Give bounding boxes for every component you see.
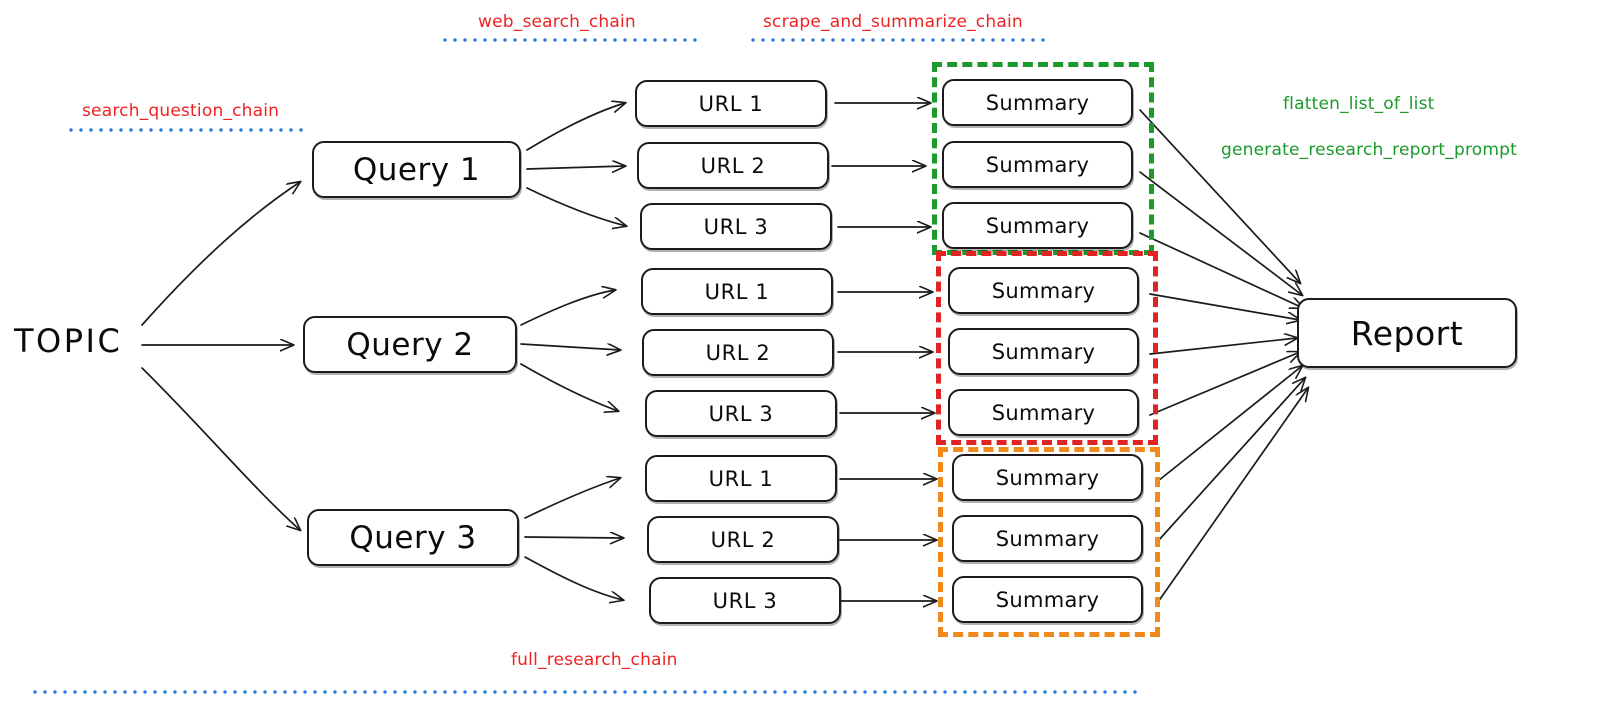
label-search-question-chain: search_question_chain: [82, 101, 280, 121]
node-summary-q2-3[interactable]: Summary: [948, 389, 1139, 436]
label-web-search-chain: web_search_chain: [478, 12, 636, 32]
rule-web-search-chain: [440, 38, 700, 42]
node-summary-q1-1[interactable]: Summary: [942, 79, 1133, 126]
node-summary-q3-3[interactable]: Summary: [952, 576, 1143, 623]
rule-full-research-chain: [30, 690, 1140, 694]
node-query-1[interactable]: Query 1: [312, 141, 521, 198]
node-url-q2-1[interactable]: URL 1: [641, 268, 833, 315]
node-summary-q2-2[interactable]: Summary: [948, 328, 1139, 375]
diagram-canvas: TOPIC Query 1 Query 2 Query 3 URL 1 URL …: [0, 0, 1600, 715]
node-url-q1-1[interactable]: URL 1: [635, 80, 827, 127]
node-summary-q1-2[interactable]: Summary: [942, 141, 1133, 188]
node-url-q2-2[interactable]: URL 2: [642, 329, 834, 376]
node-url-q2-3[interactable]: URL 3: [645, 390, 837, 437]
rule-scrape-and-summarize-chain: [748, 38, 1048, 42]
node-url-q1-2[interactable]: URL 2: [637, 142, 829, 189]
node-query-2[interactable]: Query 2: [303, 316, 517, 373]
rule-search-question-chain: [66, 128, 306, 132]
node-query-3[interactable]: Query 3: [307, 509, 519, 566]
node-summary-q3-2[interactable]: Summary: [952, 515, 1143, 562]
node-url-q3-2[interactable]: URL 2: [647, 516, 839, 563]
node-report[interactable]: Report: [1297, 298, 1517, 368]
node-url-q1-3[interactable]: URL 3: [640, 203, 832, 250]
label-flatten-list-of-list: flatten_list_of_list: [1283, 94, 1435, 114]
label-full-research-chain: full_research_chain: [511, 650, 678, 670]
label-scrape-and-summarize-chain: scrape_and_summarize_chain: [763, 12, 1023, 32]
node-url-q3-1[interactable]: URL 1: [645, 455, 837, 502]
node-url-q3-3[interactable]: URL 3: [649, 577, 841, 624]
node-summary-q3-1[interactable]: Summary: [952, 454, 1143, 501]
node-summary-q2-1[interactable]: Summary: [948, 267, 1139, 314]
label-generate-research-report-prompt: generate_research_report_prompt: [1221, 140, 1518, 160]
node-topic: TOPIC: [14, 322, 123, 360]
node-summary-q1-3[interactable]: Summary: [942, 202, 1133, 249]
